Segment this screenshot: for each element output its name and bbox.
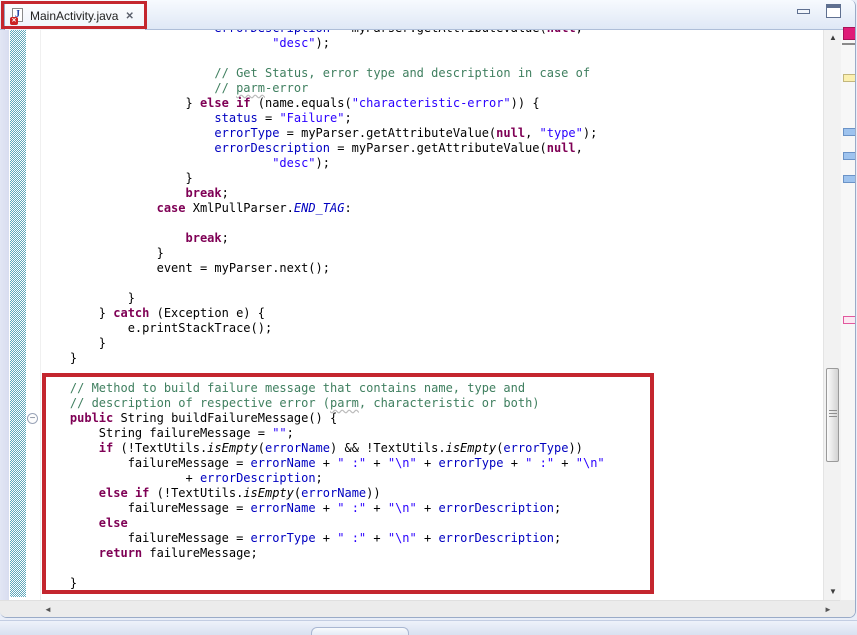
overview-marker-occurrence-pink[interactable]: [843, 316, 856, 324]
code-line: errorDescription = myParser.getAttribute…: [41, 141, 605, 156]
horizontal-scrollbar[interactable]: ◄ ►: [0, 600, 840, 618]
java-file-error-icon: J ✕: [11, 8, 25, 24]
code-line: // Get Status, error type and descriptio…: [41, 66, 605, 81]
scrollbar-corner: [840, 600, 856, 618]
fold-collapse-icon[interactable]: −: [27, 413, 38, 424]
code-line: [41, 216, 605, 231]
code-line: // parm-error: [41, 81, 605, 96]
overview-marker-search-blue[interactable]: [843, 175, 856, 183]
minimize-icon[interactable]: [797, 9, 810, 14]
overview-ruler-divider: [842, 43, 856, 45]
code-line: "desc");: [41, 36, 605, 51]
scrollbar-left-icon[interactable]: ◄: [40, 601, 56, 618]
code-line: else: [41, 516, 605, 531]
vertical-scrollbar[interactable]: ▲ ▼: [823, 30, 841, 600]
vertical-scrollbar-thumb[interactable]: [826, 368, 839, 462]
code-line: } catch (Exception e) {: [41, 306, 605, 321]
lower-view-edge: [0, 620, 857, 635]
overview-marker-search-blue[interactable]: [843, 152, 856, 160]
code-line: }: [41, 246, 605, 261]
code-line: failureMessage = errorType + " :" + "\n"…: [41, 531, 605, 546]
code-editor-area[interactable]: errorDescription = myParser.getAttribute…: [41, 30, 823, 600]
code-line: errorType = myParser.getAttributeValue(n…: [41, 126, 605, 141]
code-line: [41, 561, 605, 576]
code-line: public String buildFailureMessage() {: [41, 411, 605, 426]
method-range-indicator: [10, 30, 26, 597]
code-line: status = "Failure";: [41, 111, 605, 126]
code-line: }: [41, 576, 605, 591]
code-line: break;: [41, 231, 605, 246]
code-line: [41, 51, 605, 66]
code-line: }: [41, 351, 605, 366]
code-line: failureMessage = errorName + " :" + "\n"…: [41, 501, 605, 516]
code-line: e.printStackTrace();: [41, 321, 605, 336]
scrollbar-grip: [829, 410, 837, 419]
scrollbar-down-icon[interactable]: ▼: [824, 585, 842, 599]
annotation-ruler[interactable]: [0, 30, 9, 600]
overview-marker-occurrence-yellow[interactable]: [843, 74, 856, 82]
code-line: case XmlPullParser.END_TAG:: [41, 201, 605, 216]
code-line: event = myParser.next();: [41, 261, 605, 276]
code-line: [41, 276, 605, 291]
code-line: "desc");: [41, 156, 605, 171]
view-toolbar: [797, 4, 841, 18]
tab-mainactivity[interactable]: J ✕ MainActivity.java ✕: [4, 1, 146, 30]
overview-ruler[interactable]: [841, 30, 856, 600]
code-line: }: [41, 336, 605, 351]
code-line: break;: [41, 186, 605, 201]
scrollbar-up-icon[interactable]: ▲: [824, 31, 842, 45]
lower-view-tab[interactable]: [311, 627, 409, 635]
code-line: + errorDescription;: [41, 471, 605, 486]
scrollbar-right-icon[interactable]: ►: [820, 601, 836, 618]
error-overlay-icon: ✕: [10, 17, 18, 25]
tab-title: MainActivity.java: [30, 9, 118, 23]
code-line: } else if (name.equals("characteristic-e…: [41, 96, 605, 111]
maximize-icon[interactable]: [826, 4, 841, 18]
code-line: // description of respective error (parm…: [41, 396, 605, 411]
editor-view: J ✕ MainActivity.java ✕ − errorDescripti…: [0, 0, 856, 618]
code-line: failureMessage = errorName + " :" + "\n"…: [41, 456, 605, 471]
code-line: if (!TextUtils.isEmpty(errorName) && !Te…: [41, 441, 605, 456]
editor-body: − errorDescription = myParser.getAttribu…: [0, 30, 856, 600]
code-line: }: [41, 291, 605, 306]
code-lines: errorDescription = myParser.getAttribute…: [41, 30, 605, 591]
overview-marker-search-blue[interactable]: [843, 128, 856, 136]
code-line: }: [41, 171, 605, 186]
code-line: // Method to build failure message that …: [41, 381, 605, 396]
scrollbar-corner: [0, 601, 40, 618]
code-line: else if (!TextUtils.isEmpty(errorName)): [41, 486, 605, 501]
code-line: [41, 366, 605, 381]
code-line: return failureMessage;: [41, 546, 605, 561]
fold-gutter[interactable]: −: [26, 30, 41, 600]
tab-close-icon[interactable]: ✕: [125, 11, 133, 22]
code-line: String failureMessage = "";: [41, 426, 605, 441]
editor-tab-bar: J ✕ MainActivity.java ✕: [0, 0, 855, 30]
overview-error-indicator[interactable]: [843, 27, 856, 40]
